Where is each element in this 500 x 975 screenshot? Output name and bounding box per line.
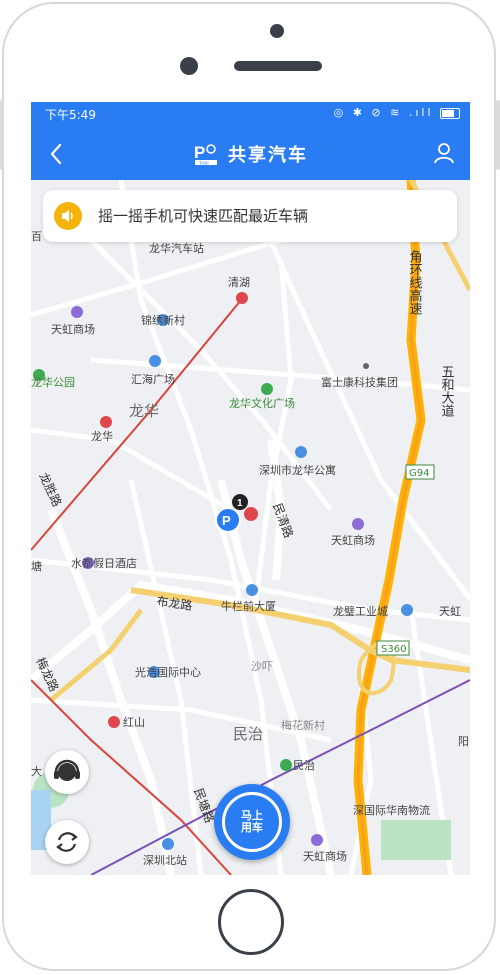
status-time: 下午5:49 xyxy=(45,108,96,122)
svg-text:TAXI: TAXI xyxy=(199,161,209,166)
notice-text: 摇一摇手机可快速匹配最近车辆 xyxy=(98,207,309,225)
map-label: 龙华公园 xyxy=(31,375,75,389)
map-label: 天虹商场 xyxy=(303,849,347,863)
power-button xyxy=(496,100,500,170)
map-label: 大 xyxy=(31,764,42,778)
map-view[interactable]: G94 S360 龙华汽车站 清湖 天虹商场 锦绣新村 汇海广场 龙华公园 龙华… xyxy=(31,180,470,875)
customer-service-button[interactable] xyxy=(45,750,89,794)
map-label: 沙吓 xyxy=(251,660,273,673)
use-car-label: 马上 用车 xyxy=(241,809,263,834)
svg-text:P: P xyxy=(194,143,205,162)
speaker-icon xyxy=(54,202,82,230)
map-label: 光浩国际中心 xyxy=(135,665,201,679)
map-label: 锦绣新村 xyxy=(141,313,185,327)
map-label: 梅花新村 xyxy=(281,718,325,732)
taxi-logo-icon: P TAXI xyxy=(194,143,217,166)
map-label: 民治 xyxy=(293,758,315,772)
header-title-group: P TAXI 共享汽车 xyxy=(194,142,308,166)
status-icons: ◎ ✱ ⊘ ≋ .ıll xyxy=(334,106,460,119)
map-label: 天虹 xyxy=(439,605,461,618)
volume-button xyxy=(0,100,4,170)
map-label: 深国际华南物流 xyxy=(353,803,430,817)
map-label: 深圳市龙华公寓 xyxy=(259,463,336,477)
map-label: 百 xyxy=(31,231,42,243)
map-label: 牛栏前大厦 xyxy=(221,599,276,613)
vehicle-count: 1 xyxy=(237,498,243,509)
map-label: 水都假日酒店 xyxy=(71,556,137,570)
map-label: 龙华汽车站 xyxy=(149,241,204,255)
road-shield-s360: S360 xyxy=(381,644,406,655)
sensor-dot xyxy=(270,24,284,38)
road-shield-g94: G94 xyxy=(409,468,429,479)
headset-icon xyxy=(54,759,80,781)
user-profile-icon[interactable] xyxy=(432,141,456,165)
road-label: 五和大道 xyxy=(440,365,455,417)
map-label: 龙璧工业城 xyxy=(333,604,388,618)
battery-icon xyxy=(440,107,460,119)
refresh-icon xyxy=(56,832,78,852)
map-label: 富士康科技集团 xyxy=(321,375,398,389)
use-car-now-button[interactable]: 马上 用车 xyxy=(214,784,290,860)
app-screen: 下午5:49 ◎ ✱ ⊘ ≋ .ıll P TAXI 共享汽车 G94 S360… xyxy=(31,102,470,875)
shake-notice-banner: 摇一摇手机可快速匹配最近车辆 xyxy=(43,190,457,242)
map-label: 塘 xyxy=(31,559,42,573)
map-label: 龙华文化广场 xyxy=(229,396,295,410)
app-header: P TAXI 共享汽车 xyxy=(31,126,470,180)
map-label: 清湖 xyxy=(228,276,250,289)
map-label: 天虹商场 xyxy=(331,533,375,547)
home-button[interactable] xyxy=(218,889,284,955)
road-label: 角环线高速 xyxy=(408,250,423,315)
map-label: 民治 xyxy=(233,726,263,743)
map-label: 深圳北站 xyxy=(143,853,187,867)
front-camera xyxy=(180,57,198,75)
earpiece-speaker xyxy=(234,61,322,71)
status-bar: 下午5:49 ◎ ✱ ⊘ ≋ .ıll xyxy=(31,102,470,126)
refresh-button[interactable] xyxy=(45,820,89,864)
map-label: 龙华 xyxy=(129,403,159,420)
map-label: 汇海广场 xyxy=(131,372,175,386)
map-label: 红山 xyxy=(123,716,145,729)
page-title: 共享汽车 xyxy=(228,145,308,166)
svg-text:P: P xyxy=(222,513,231,528)
map-label: 阳 xyxy=(458,735,469,748)
map-label: 龙华 xyxy=(91,429,113,443)
back-arrow-icon[interactable] xyxy=(45,142,69,166)
map-label: 天虹商场 xyxy=(51,322,95,336)
